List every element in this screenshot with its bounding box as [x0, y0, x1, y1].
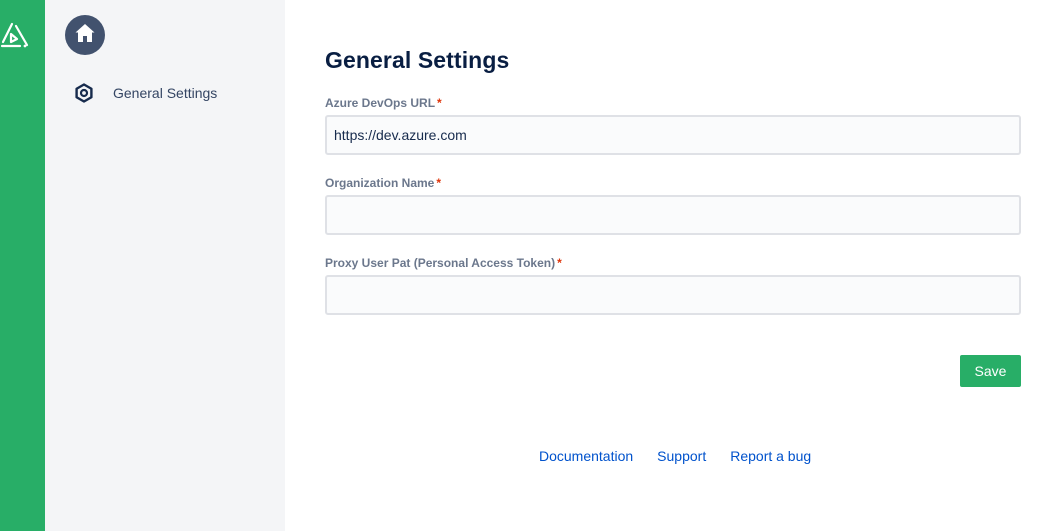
hexagon-gear-icon — [73, 82, 95, 104]
azure-devops-url-label: Azure DevOps URL * — [325, 96, 442, 110]
sidebar: General Settings — [45, 0, 285, 531]
organization-name-label: Organization Name * — [325, 176, 442, 190]
save-button[interactable]: Save — [960, 355, 1021, 387]
azure-devops-url-input[interactable] — [325, 115, 1021, 155]
sidebar-item-general-settings[interactable]: General Settings — [73, 82, 217, 104]
required-marker: * — [557, 256, 562, 270]
proxy-user-pat-label: Proxy User Pat (Personal Access Token) * — [325, 256, 562, 270]
main-content: General Settings Azure DevOps URL* Organ… — [325, 0, 1021, 531]
required-marker: * — [437, 96, 442, 110]
required-marker: * — [436, 176, 442, 190]
support-link[interactable]: Support — [657, 448, 706, 464]
home-button[interactable] — [65, 15, 105, 55]
organization-name-input[interactable] — [325, 195, 1021, 235]
sidebar-item-label: General Settings — [113, 85, 218, 101]
proxy-user-pat-input[interactable] — [325, 275, 1021, 315]
app-bar — [0, 0, 45, 531]
home-icon — [74, 22, 96, 49]
triangle-logo-icon[interactable] — [0, 22, 30, 48]
app-root: General Settings General Settings Azure … — [0, 0, 1041, 531]
documentation-link[interactable]: Documentation — [539, 448, 633, 464]
footer-links: Documentation Support Report a bug — [539, 448, 811, 464]
report-bug-link[interactable]: Report a bug — [730, 448, 811, 464]
page-title: General Settings — [325, 47, 510, 73]
